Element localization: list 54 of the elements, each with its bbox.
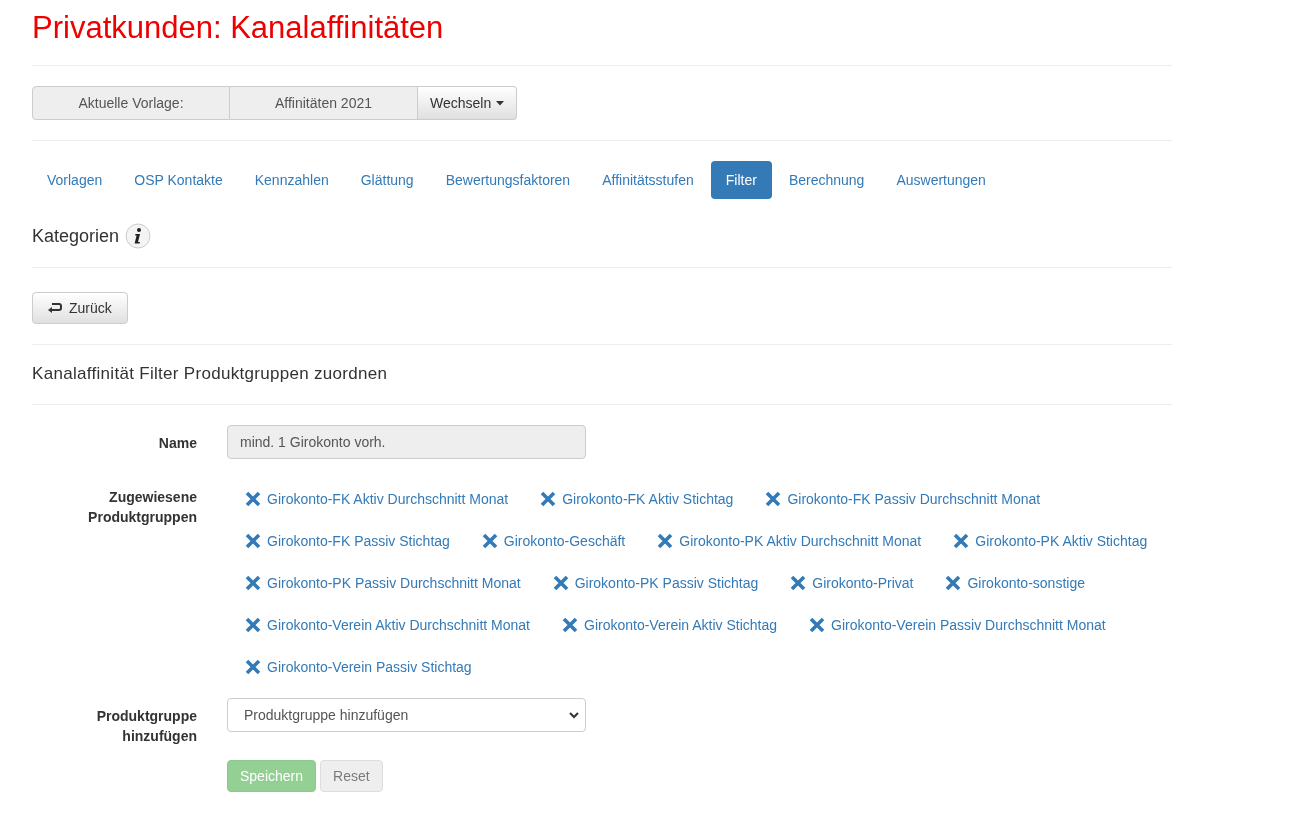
product-group-link[interactable]: Girokonto-PK Passiv Durchschnitt Monat	[245, 572, 521, 594]
chevron-icon	[569, 711, 579, 719]
remove-icon[interactable]	[953, 533, 970, 549]
product-group-link[interactable]: Girokonto-PK Aktiv Stichtag	[953, 530, 1148, 552]
product-group-link[interactable]: Girokonto-FK Passiv Durchschnitt Monat	[765, 488, 1041, 510]
add-group-label: Produktgruppe hinzufügen	[95, 707, 197, 746]
nav-tab[interactable]: OSP Kontakte	[119, 161, 238, 199]
product-group-link[interactable]: Girokonto-Verein Aktiv Stichtag	[562, 614, 777, 636]
remove-icon[interactable]	[657, 533, 674, 549]
nav-tab[interactable]: Berechnung	[773, 161, 880, 199]
remove-icon[interactable]	[245, 533, 261, 549]
switch-dropdown-button[interactable]: Wechseln	[418, 86, 518, 120]
add-group-select[interactable]: Produktgruppe hinzufügen	[227, 698, 586, 732]
product-group-link[interactable]: Girokonto-Geschäft	[481, 530, 626, 552]
nav-tab[interactable]: Affinitätsstufen	[587, 161, 709, 199]
page-title: Privatkunden: Kanalaffinitäten	[32, 10, 445, 46]
remove-icon[interactable]	[552, 575, 569, 591]
remove-icon[interactable]	[790, 575, 807, 591]
remove-icon[interactable]	[809, 617, 825, 633]
product-group-link[interactable]: Girokonto-FK Passiv Stichtag	[245, 530, 450, 552]
product-group-link[interactable]: Girokonto-Verein Passiv Durchschnitt Monat	[809, 614, 1106, 636]
template-label: Aktuelle Vorlage:	[32, 86, 230, 120]
product-group-link[interactable]: Girokonto-sonstige	[945, 572, 1085, 594]
nav-tab[interactable]: Vorlagen	[32, 161, 118, 199]
product-group-link[interactable]: Girokonto-Privat	[790, 572, 914, 594]
remove-icon[interactable]	[245, 617, 261, 633]
remove-icon[interactable]	[540, 491, 557, 507]
product-group-link[interactable]: Girokonto-FK Aktiv Stichtag	[540, 488, 734, 510]
info-icon[interactable]	[125, 223, 152, 249]
assigned-label: Zugewiesene Produktgruppen	[87, 488, 197, 527]
remove-icon[interactable]	[765, 491, 782, 507]
product-group-link[interactable]: Girokonto-PK Aktiv Durchschnitt Monat	[657, 530, 922, 552]
nav-tab[interactable]: Kennzahlen	[239, 161, 344, 199]
nav-tab[interactable]: Auswertungen	[881, 161, 1001, 199]
template-value: Affinitäten 2021	[230, 86, 418, 120]
caret-icon	[496, 100, 505, 106]
remove-icon[interactable]	[245, 491, 261, 507]
return-icon	[48, 303, 62, 313]
nav-tab[interactable]: Glättung	[345, 161, 429, 199]
form-title: Kanalaffinität Filter Produktgruppen zuordnen	[32, 364, 389, 384]
name-label: Name	[157, 434, 197, 453]
back-button[interactable]: Zurück	[32, 292, 128, 324]
remove-icon[interactable]	[245, 659, 261, 675]
product-group-link[interactable]: Girokonto-Verein Aktiv Durchschnitt Monat	[245, 614, 530, 636]
remove-icon[interactable]	[945, 575, 962, 591]
remove-icon[interactable]	[481, 533, 498, 549]
product-group-link[interactable]: Girokonto-PK Passiv Stichtag	[552, 572, 759, 594]
remove-icon[interactable]	[245, 575, 261, 591]
nav-tab[interactable]: Bewertungsfaktoren	[430, 161, 586, 199]
section-title: Kategorien	[32, 225, 120, 247]
nav-tab[interactable]: Filter	[710, 161, 772, 199]
product-group-link[interactable]: Girokonto-Verein Passiv Stichtag	[245, 656, 472, 678]
product-group-link[interactable]: Girokonto-FK Aktiv Durchschnitt Monat	[245, 488, 509, 510]
remove-icon[interactable]	[562, 617, 578, 633]
